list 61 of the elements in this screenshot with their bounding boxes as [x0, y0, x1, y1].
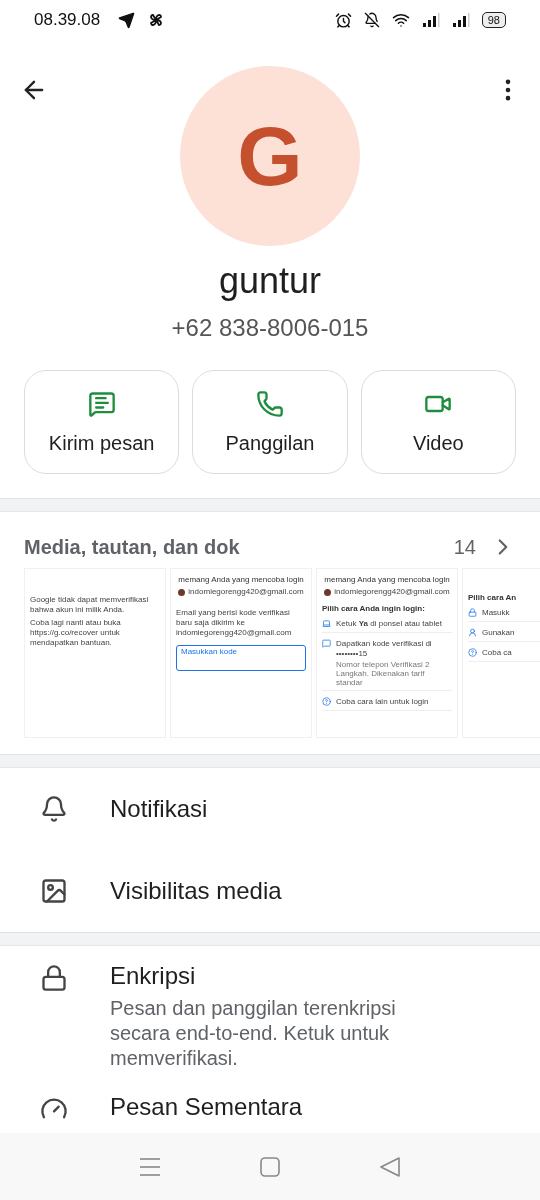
- thumbnail-text: Coba lagi nanti atau buka https://g.co/recover untuk mendapatkan bantuan.: [30, 618, 122, 648]
- option-label: Dapatkan kode verifikasi di ••••••••15: [336, 639, 433, 659]
- avatar-icon: [178, 588, 186, 596]
- code-field: Masukkan kode: [176, 645, 306, 671]
- media-title: Media, tautan, dan dok: [24, 535, 241, 559]
- wifi-icon: [391, 11, 410, 29]
- home-icon[interactable]: [260, 1156, 280, 1177]
- option-label: Coba cara lain untuk login: [336, 697, 429, 707]
- contact-phone: +62 838-8006-015: [171, 314, 369, 342]
- signal-icon: [451, 13, 470, 27]
- settings-label: Enkripsi: [110, 962, 197, 990]
- option-label: Masukk: [482, 608, 510, 618]
- screenshot-thumbnail[interactable]: Pilih cara An Masukk Gunakan Coba ca: [462, 568, 540, 738]
- media-count: 14: [453, 535, 476, 559]
- device-icon: [322, 619, 331, 628]
- lock-icon: [40, 964, 68, 992]
- thumbnail-title: memang Anda yang mencoba login: [323, 575, 451, 584]
- option-label: Ketuk Ya di ponsel atau tablet: [336, 619, 442, 629]
- avatar-icon: [324, 588, 332, 596]
- bell-off-icon: [363, 12, 380, 28]
- option-label: Coba ca: [482, 648, 512, 658]
- phone-icon: [256, 389, 284, 418]
- thumbnail-text: Google tidak dapat memverifikasi bahwa akun ini milik Anda.: [30, 595, 150, 615]
- settings-label: Visibilitas media: [110, 877, 282, 905]
- option-note: Nomor telepon Verifikasi 2 Langkah. Dikenakan tarif standar: [336, 660, 431, 687]
- message-icon: [322, 639, 331, 648]
- thumbnail-heading: Pilih cara An: [468, 593, 518, 602]
- settings-description: Pesan dan panggilan terenkripsi secara end-to-end. Ketuk untuk memverifikasi.: [110, 996, 397, 1071]
- thumbnail-heading: Pilih cara Anda ingin login:: [322, 604, 426, 613]
- help-icon: [468, 648, 477, 657]
- status-time: 08.39.08: [34, 10, 101, 30]
- screenshot-thumbnail[interactable]: memang Anda yang mencoba login indomiegorengg420@gmail.com Email yang berisi kode verifikasi baru saja dikirim ke indomiegorengg420@gmail.com Masukkan kode: [170, 568, 312, 738]
- lock-icon: [468, 608, 477, 617]
- send-icon: [118, 11, 136, 29]
- bell-icon: [40, 795, 68, 823]
- settings-item[interactable]: Enkripsi Pesan dan panggilan terenkripsi secara end-to-end. Ketuk untuk memverifikasi.: [0, 946, 540, 1077]
- settings-item[interactable]: Pesan Sementara: [0, 1077, 540, 1133]
- action-button[interactable]: Video: [360, 370, 516, 474]
- action-button[interactable]: Panggilan: [192, 370, 348, 474]
- contact-name: guntur: [218, 260, 322, 302]
- screenshot-thumbnail[interactable]: Google tidak dapat memverifikasi bahwa akun ini milik Anda. Coba lagi nanti atau buka https://g.co/recover untuk mendapatkan bantuan.: [24, 568, 166, 738]
- contact-avatar: G: [180, 66, 360, 246]
- person-icon: [468, 628, 477, 637]
- thumbnail-title: memang Anda yang mencoba login: [177, 575, 305, 584]
- thumbnail-text: Email yang berisi kode verifikasi baru saja dikirim ke indomiegorengg420@gmail.com: [176, 608, 293, 638]
- thumbnail-email: indomiegorengg420@gmail.com: [334, 587, 450, 597]
- image-icon: [40, 877, 68, 905]
- action-button[interactable]: Kirim pesan: [24, 370, 180, 474]
- battery-level: 98: [481, 12, 506, 28]
- signal-icon: [421, 13, 440, 27]
- settings-item[interactable]: Visibilitas media: [0, 850, 540, 932]
- alarm-icon: [334, 11, 352, 29]
- thumbnail-email: indomiegorengg420@gmail.com: [188, 587, 304, 597]
- option-label: Gunakan: [482, 628, 515, 638]
- help-icon: [322, 697, 331, 706]
- message-icon: [87, 389, 116, 418]
- menu-icon[interactable]: [140, 1157, 160, 1176]
- settings-label: Pesan Sementara: [110, 1093, 303, 1121]
- settings-label: Notifikasi: [110, 795, 208, 823]
- settings-item[interactable]: Notifikasi: [0, 768, 540, 850]
- screenshot-thumbnail[interactable]: [316, 568, 458, 738]
